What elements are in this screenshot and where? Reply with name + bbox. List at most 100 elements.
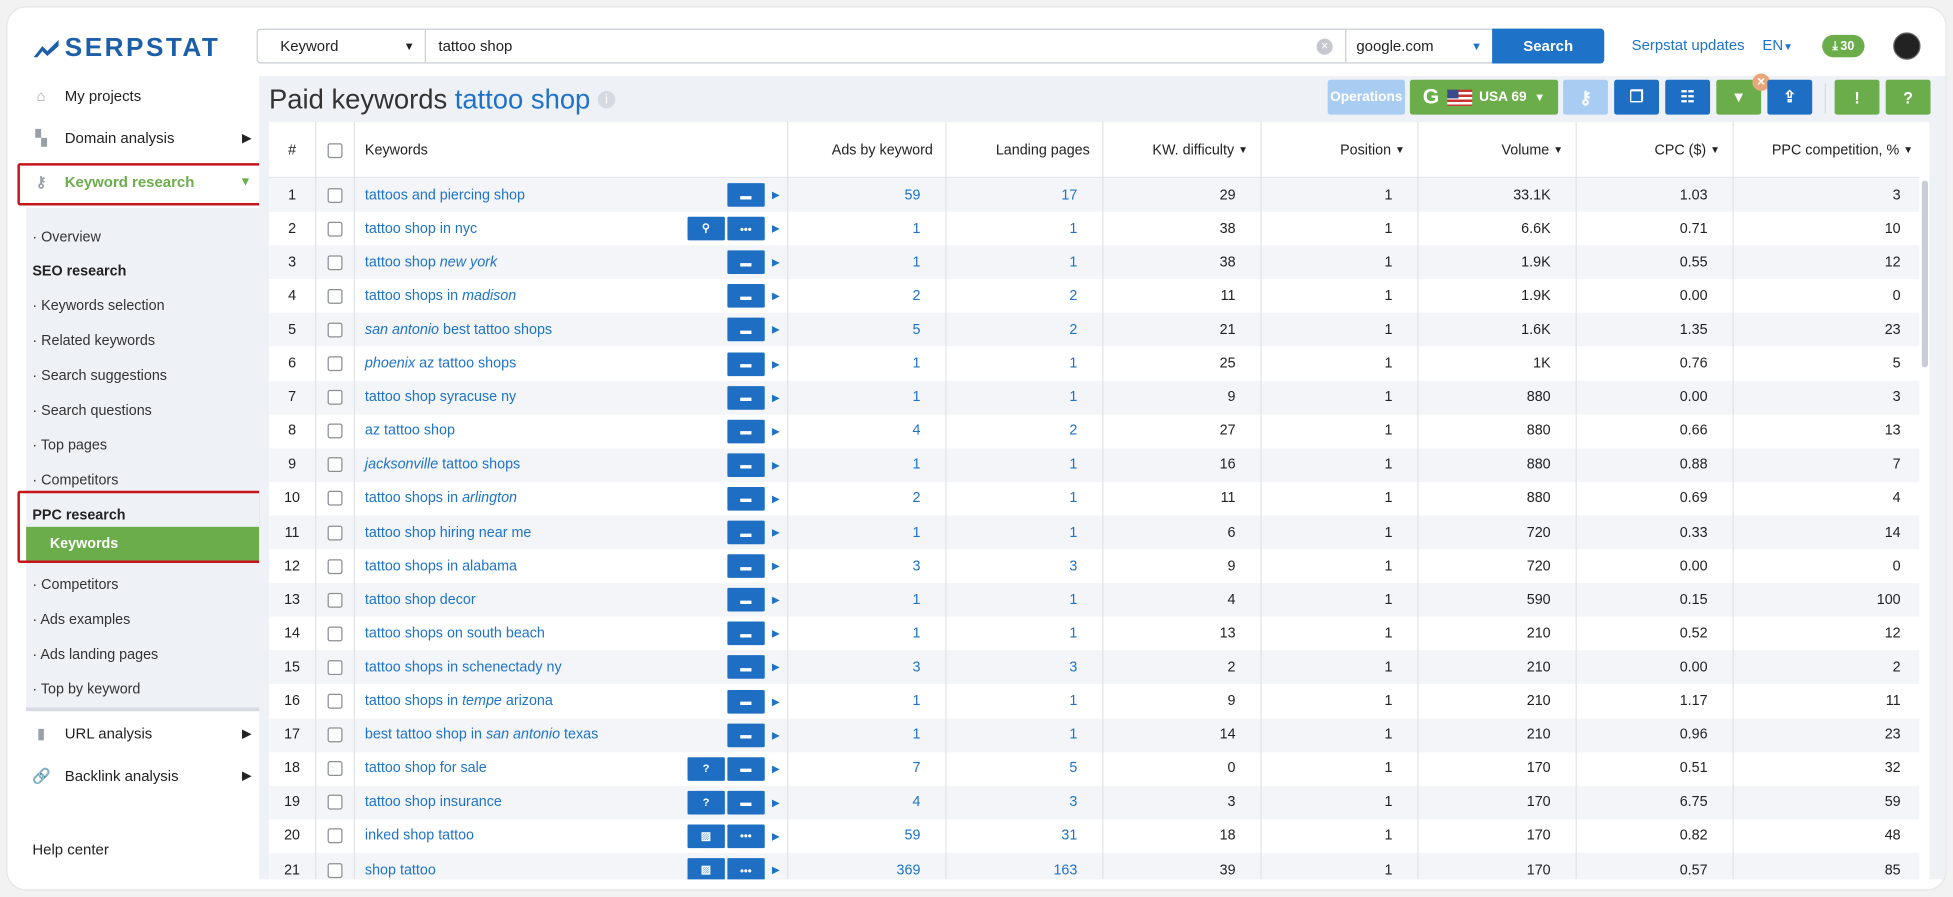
help-center-link[interactable]: Help center xyxy=(32,841,251,858)
expand-caret-icon[interactable]: ▶ xyxy=(772,392,780,403)
ads-icon[interactable]: ▬ xyxy=(727,723,765,747)
landing-pages-link[interactable]: 163 xyxy=(945,853,1077,879)
ads-by-keyword-link[interactable]: 7 xyxy=(787,752,920,786)
expand-caret-icon[interactable]: ▶ xyxy=(772,324,780,335)
info-icon[interactable]: i xyxy=(597,90,616,109)
row-checkbox[interactable] xyxy=(326,592,342,608)
row-checkbox[interactable] xyxy=(326,727,342,743)
sidebar-item-domain-analysis[interactable]: ▚ Domain analysis ▶ xyxy=(32,130,251,147)
landing-pages-link[interactable]: 17 xyxy=(945,178,1077,212)
expand-caret-icon[interactable]: ▶ xyxy=(772,527,780,538)
language-select[interactable]: EN▼ xyxy=(1762,36,1793,53)
keyword-link[interactable]: tattoo shop new york xyxy=(365,246,676,280)
ads-icon[interactable]: ▬ xyxy=(727,621,765,646)
row-checkbox[interactable] xyxy=(326,693,342,709)
row-checkbox[interactable] xyxy=(326,524,342,540)
ads-icon[interactable]: ▬ xyxy=(727,385,765,410)
expand-caret-icon[interactable]: ▶ xyxy=(772,493,780,504)
row-checkbox[interactable] xyxy=(326,356,342,372)
landing-pages-link[interactable]: 1 xyxy=(945,212,1077,246)
header-cpc[interactable]: CPC ($) ▼ xyxy=(1576,122,1720,178)
submenu-top-pages[interactable]: · Top pages xyxy=(32,438,107,453)
row-checkbox[interactable] xyxy=(326,389,342,405)
ads-icon[interactable]: ▬ xyxy=(727,351,765,376)
export-button[interactable]: ⇪ xyxy=(1767,79,1813,115)
ads-by-keyword-link[interactable]: 3 xyxy=(787,651,920,685)
row-checkbox[interactable] xyxy=(326,423,342,439)
ads-by-keyword-link[interactable]: 1 xyxy=(787,212,920,246)
serpstat-logo[interactable]: SERPSTAT xyxy=(32,34,220,64)
landing-pages-link[interactable]: 1 xyxy=(945,718,1077,752)
row-checkbox[interactable] xyxy=(326,862,342,878)
ads-by-keyword-link[interactable]: 1 xyxy=(787,448,920,482)
expand-caret-icon[interactable]: ▶ xyxy=(772,594,780,605)
ads-by-keyword-link[interactable]: 5 xyxy=(787,313,920,347)
expand-caret-icon[interactable]: ▶ xyxy=(772,729,780,740)
region-select[interactable]: G USA 69 ▼ xyxy=(1409,79,1559,115)
more-icon[interactable]: ••• xyxy=(727,824,765,849)
landing-pages-link[interactable]: 5 xyxy=(945,752,1077,786)
ads-by-keyword-link[interactable]: 59 xyxy=(787,819,920,853)
ads-icon[interactable]: ▬ xyxy=(727,453,765,477)
expand-caret-icon[interactable]: ▶ xyxy=(772,358,780,369)
header-volume[interactable]: Volume ▼ xyxy=(1417,122,1563,178)
keyword-link[interactable]: san antonio best tattoo shops xyxy=(365,313,676,347)
submenu-keywords-selection[interactable]: · Keywords selection xyxy=(32,299,164,314)
database-select[interactable]: google.com ▼ xyxy=(1345,29,1492,63)
header-landing-pages[interactable]: Landing pages xyxy=(945,122,1090,178)
ads-icon[interactable]: ▬ xyxy=(727,183,765,207)
ads-icon[interactable]: ▬ xyxy=(727,588,765,612)
row-checkbox[interactable] xyxy=(326,457,342,473)
landing-pages-link[interactable]: 3 xyxy=(945,651,1077,685)
expand-caret-icon[interactable]: ▶ xyxy=(772,291,780,302)
row-checkbox[interactable] xyxy=(326,322,342,338)
expand-caret-icon[interactable]: ▶ xyxy=(772,426,780,437)
keyword-link[interactable]: az tattoo shop xyxy=(365,414,676,448)
landing-pages-link[interactable]: 2 xyxy=(945,279,1077,313)
keyword-link[interactable]: tattoo shop for sale xyxy=(365,752,676,786)
keyword-link[interactable]: tattoo shop syracuse ny xyxy=(365,381,676,415)
keyword-link[interactable]: tattoo shop insurance xyxy=(365,786,676,820)
ads-icon[interactable]: ▬ xyxy=(727,318,765,342)
ads-by-keyword-link[interactable]: 1 xyxy=(787,617,920,651)
operations-button[interactable]: Operations xyxy=(1327,79,1405,115)
expand-caret-icon[interactable]: ▶ xyxy=(772,696,780,707)
ads-icon[interactable]: ▬ xyxy=(727,756,765,781)
row-checkbox[interactable] xyxy=(326,288,342,304)
landing-pages-link[interactable]: 2 xyxy=(945,313,1077,347)
select-all-checkbox[interactable] xyxy=(326,142,342,158)
expand-caret-icon[interactable]: ▶ xyxy=(772,797,780,808)
search-input[interactable]: tattoo shop × xyxy=(426,30,1345,62)
expand-caret-icon[interactable]: ▶ xyxy=(772,864,780,875)
columns-button[interactable]: ☷ xyxy=(1665,79,1711,115)
ads-icon[interactable]: ▬ xyxy=(727,790,765,815)
row-checkbox[interactable] xyxy=(326,828,342,844)
avatar[interactable] xyxy=(1893,32,1921,60)
expand-caret-icon[interactable]: ▶ xyxy=(772,662,780,673)
landing-pages-link[interactable]: 3 xyxy=(945,549,1077,583)
ads-by-keyword-link[interactable]: 2 xyxy=(787,279,920,313)
row-checkbox[interactable] xyxy=(326,254,342,270)
sidebar-item-url-analysis[interactable]: ▮ URL analysis ▶ xyxy=(32,725,252,742)
question-icon[interactable]: ? xyxy=(687,756,725,781)
copy-button[interactable]: ❐ xyxy=(1614,79,1660,115)
submenu-seo-competitors[interactable]: · Competitors xyxy=(32,473,118,488)
search-type-select[interactable]: Keyword ▼ xyxy=(258,29,426,63)
ads-icon[interactable]: ▬ xyxy=(727,486,765,511)
ads-icon[interactable]: ▬ xyxy=(727,655,765,680)
ads-by-keyword-link[interactable]: 3 xyxy=(787,549,920,583)
submenu-search-questions[interactable]: · Search questions xyxy=(32,404,151,419)
row-checkbox[interactable] xyxy=(326,491,342,507)
ads-by-keyword-link[interactable]: 1 xyxy=(787,583,920,617)
ads-by-keyword-link[interactable]: 1 xyxy=(787,347,920,381)
landing-pages-link[interactable]: 1 xyxy=(945,684,1077,718)
landing-pages-link[interactable]: 1 xyxy=(945,246,1077,280)
expand-caret-icon[interactable]: ▶ xyxy=(772,257,780,268)
landing-pages-link[interactable]: 1 xyxy=(945,381,1077,415)
row-checkbox[interactable] xyxy=(326,794,342,810)
landing-pages-link[interactable]: 1 xyxy=(945,516,1077,550)
keyword-link[interactable]: tattoo shop hiring near me xyxy=(365,516,676,550)
landing-pages-link[interactable]: 3 xyxy=(945,786,1077,820)
scrollbar[interactable] xyxy=(1921,180,1929,368)
image-icon[interactable]: ▨ xyxy=(687,858,725,880)
